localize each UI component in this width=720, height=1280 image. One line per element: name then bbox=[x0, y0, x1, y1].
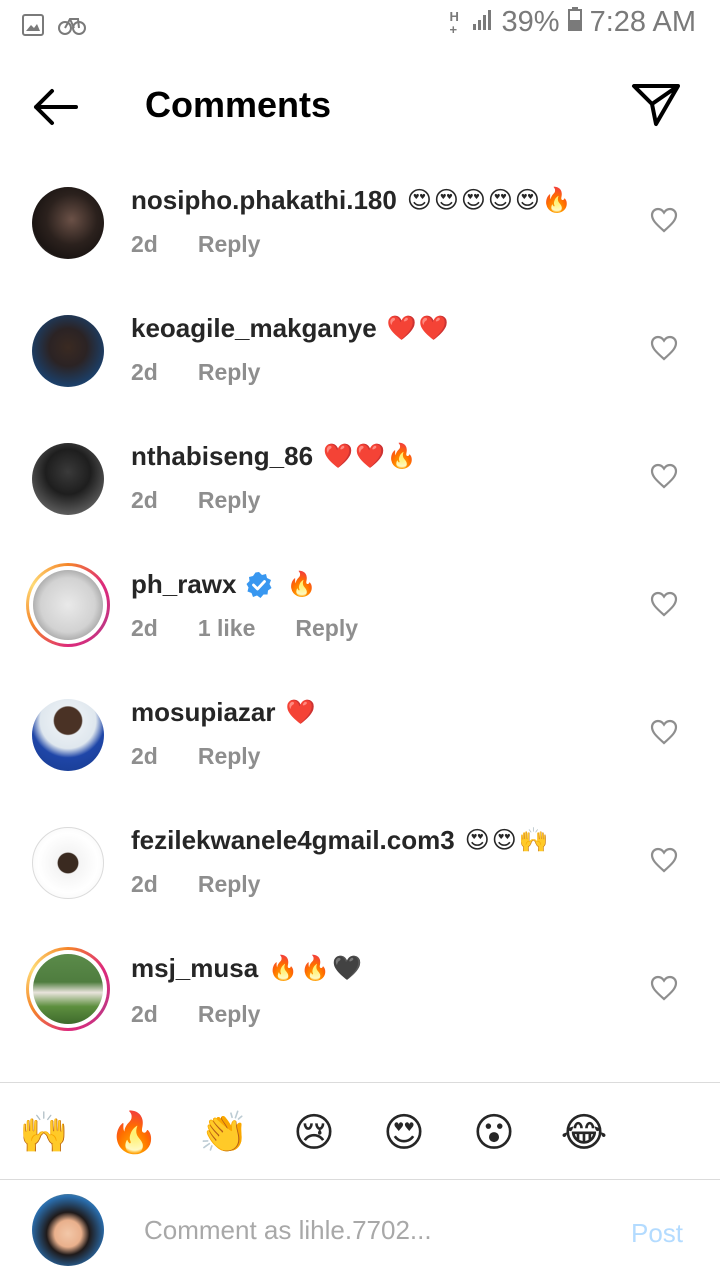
comment-username[interactable]: nosipho.phakathi.180 bbox=[131, 185, 397, 216]
signal-icon bbox=[472, 6, 494, 39]
reply-button[interactable]: Reply bbox=[198, 487, 261, 514]
like-button[interactable] bbox=[650, 463, 678, 489]
comment-text: 😍😍🙌 bbox=[464, 827, 551, 854]
clock: 7:28 AM bbox=[589, 6, 696, 38]
network-type: H+ bbox=[449, 8, 459, 37]
avatar-story-ring[interactable] bbox=[26, 947, 110, 1031]
reaction-raising-hands[interactable]: 🙌 bbox=[18, 1107, 70, 1159]
gallery-notification-icon bbox=[22, 14, 44, 41]
reaction-clapping[interactable]: 👏 bbox=[198, 1107, 250, 1159]
heart-icon bbox=[650, 463, 678, 489]
comment-text: ❤️❤️🔥 bbox=[323, 443, 419, 470]
comment-username[interactable]: fezilekwanele4gmail.com3 bbox=[131, 825, 455, 856]
avatar[interactable] bbox=[26, 821, 110, 905]
reaction-tears-of-joy[interactable]: 😂 bbox=[558, 1107, 610, 1159]
comment-text: 🔥🔥🖤 bbox=[268, 955, 364, 982]
likes-count[interactable]: 1 like bbox=[198, 615, 256, 642]
like-button[interactable] bbox=[650, 591, 678, 617]
battery-percent: 39% bbox=[501, 6, 560, 38]
comment-age: 2d bbox=[131, 743, 158, 769]
reaction-surprised[interactable]: 😮 bbox=[468, 1107, 520, 1159]
like-button[interactable] bbox=[650, 335, 678, 361]
comment-item: fezilekwanele4gmail.com3 😍😍🙌 2d Reply bbox=[0, 795, 720, 923]
comment-input[interactable] bbox=[144, 1210, 594, 1250]
comment-item: keoagile_makganye ❤️❤️ 2d Reply bbox=[0, 283, 720, 411]
comment-text: ❤️ bbox=[285, 699, 318, 726]
comment-composer: Post bbox=[0, 1180, 720, 1280]
battery-icon bbox=[567, 6, 582, 39]
comment-username[interactable]: nthabiseng_86 bbox=[131, 441, 313, 472]
comment-age: 2d bbox=[131, 871, 158, 897]
comment-item: mosupiazar ❤️ 2d Reply bbox=[0, 667, 720, 795]
avatar[interactable] bbox=[26, 181, 110, 265]
comment-username[interactable]: ph_rawx bbox=[131, 569, 237, 600]
comment-age: 2d bbox=[131, 615, 158, 641]
reaction-crying[interactable]: 😢 bbox=[288, 1107, 340, 1159]
paper-plane-icon bbox=[632, 84, 680, 126]
back-arrow-icon bbox=[34, 89, 78, 125]
heart-icon bbox=[650, 335, 678, 361]
like-button[interactable] bbox=[650, 207, 678, 233]
reply-button[interactable]: Reply bbox=[198, 871, 261, 898]
heart-icon bbox=[650, 719, 678, 745]
comment-age: 2d bbox=[131, 487, 158, 513]
like-button[interactable] bbox=[650, 847, 678, 873]
header: Comments bbox=[0, 60, 720, 152]
reply-button[interactable]: Reply bbox=[295, 615, 358, 642]
reaction-heart-eyes[interactable]: 😍 bbox=[378, 1107, 430, 1159]
reply-button[interactable]: Reply bbox=[198, 1001, 261, 1028]
quick-reaction-bar: 🙌 🔥 👏 😢 😍 😮 😂 bbox=[0, 1082, 720, 1180]
reply-button[interactable]: Reply bbox=[198, 231, 261, 258]
heart-icon bbox=[650, 847, 678, 873]
comment-text: 🔥 bbox=[286, 571, 319, 598]
comment-username[interactable]: msj_musa bbox=[131, 953, 258, 984]
avatar[interactable] bbox=[26, 437, 110, 521]
status-bar: H+ 39% 7:28 AM bbox=[0, 0, 720, 50]
heart-icon bbox=[650, 591, 678, 617]
avatar[interactable] bbox=[26, 309, 110, 393]
comment-username[interactable]: keoagile_makganye bbox=[131, 313, 377, 344]
comment-age: 2d bbox=[131, 231, 158, 257]
comment-item: ph_rawx 🔥 2d 1 like Reply bbox=[0, 539, 720, 667]
direct-share-button[interactable] bbox=[628, 80, 684, 130]
reaction-fire[interactable]: 🔥 bbox=[108, 1107, 160, 1159]
comment-age: 2d bbox=[131, 1001, 158, 1027]
avatar[interactable] bbox=[26, 693, 110, 777]
avatar-story-ring[interactable] bbox=[26, 563, 110, 647]
heart-icon bbox=[650, 207, 678, 233]
like-button[interactable] bbox=[650, 975, 678, 1001]
comment-text: 😍😍😍😍😍🔥 bbox=[406, 187, 574, 214]
page-title: Comments bbox=[145, 84, 332, 125]
reply-button[interactable]: Reply bbox=[198, 359, 261, 386]
current-user-avatar bbox=[32, 1194, 104, 1266]
comment-item: msj_musa 🔥🔥🖤 2d Reply bbox=[0, 923, 720, 1051]
post-button[interactable]: Post bbox=[631, 1218, 683, 1249]
back-button[interactable] bbox=[28, 82, 84, 132]
like-button[interactable] bbox=[650, 719, 678, 745]
comment-text: ❤️❤️ bbox=[386, 315, 451, 342]
comment-username[interactable]: mosupiazar bbox=[131, 697, 276, 728]
reply-button[interactable]: Reply bbox=[198, 743, 261, 770]
verified-badge-icon bbox=[245, 571, 273, 599]
comment-item: nthabiseng_86 ❤️❤️🔥 2d Reply bbox=[0, 411, 720, 539]
heart-icon bbox=[650, 975, 678, 1001]
comment-item: nosipho.phakathi.180 😍😍😍😍😍🔥 2d Reply bbox=[0, 155, 720, 283]
bike-notification-icon bbox=[58, 14, 86, 41]
comment-age: 2d bbox=[131, 359, 158, 385]
